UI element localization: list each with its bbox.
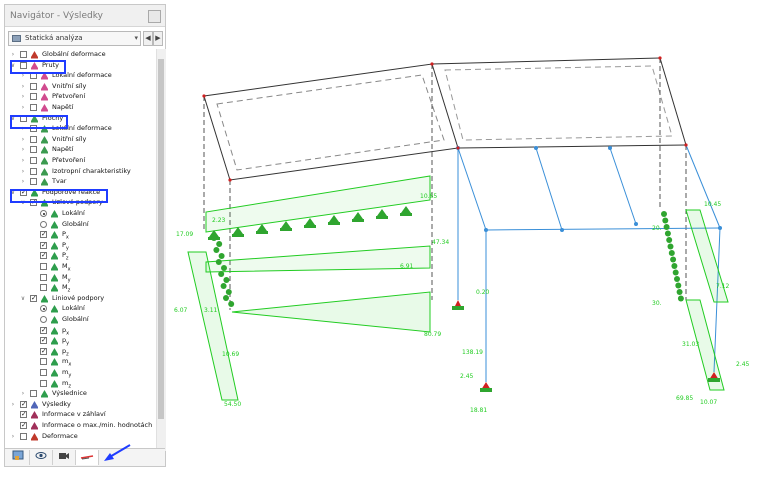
overlay-arrow (104, 444, 131, 461)
